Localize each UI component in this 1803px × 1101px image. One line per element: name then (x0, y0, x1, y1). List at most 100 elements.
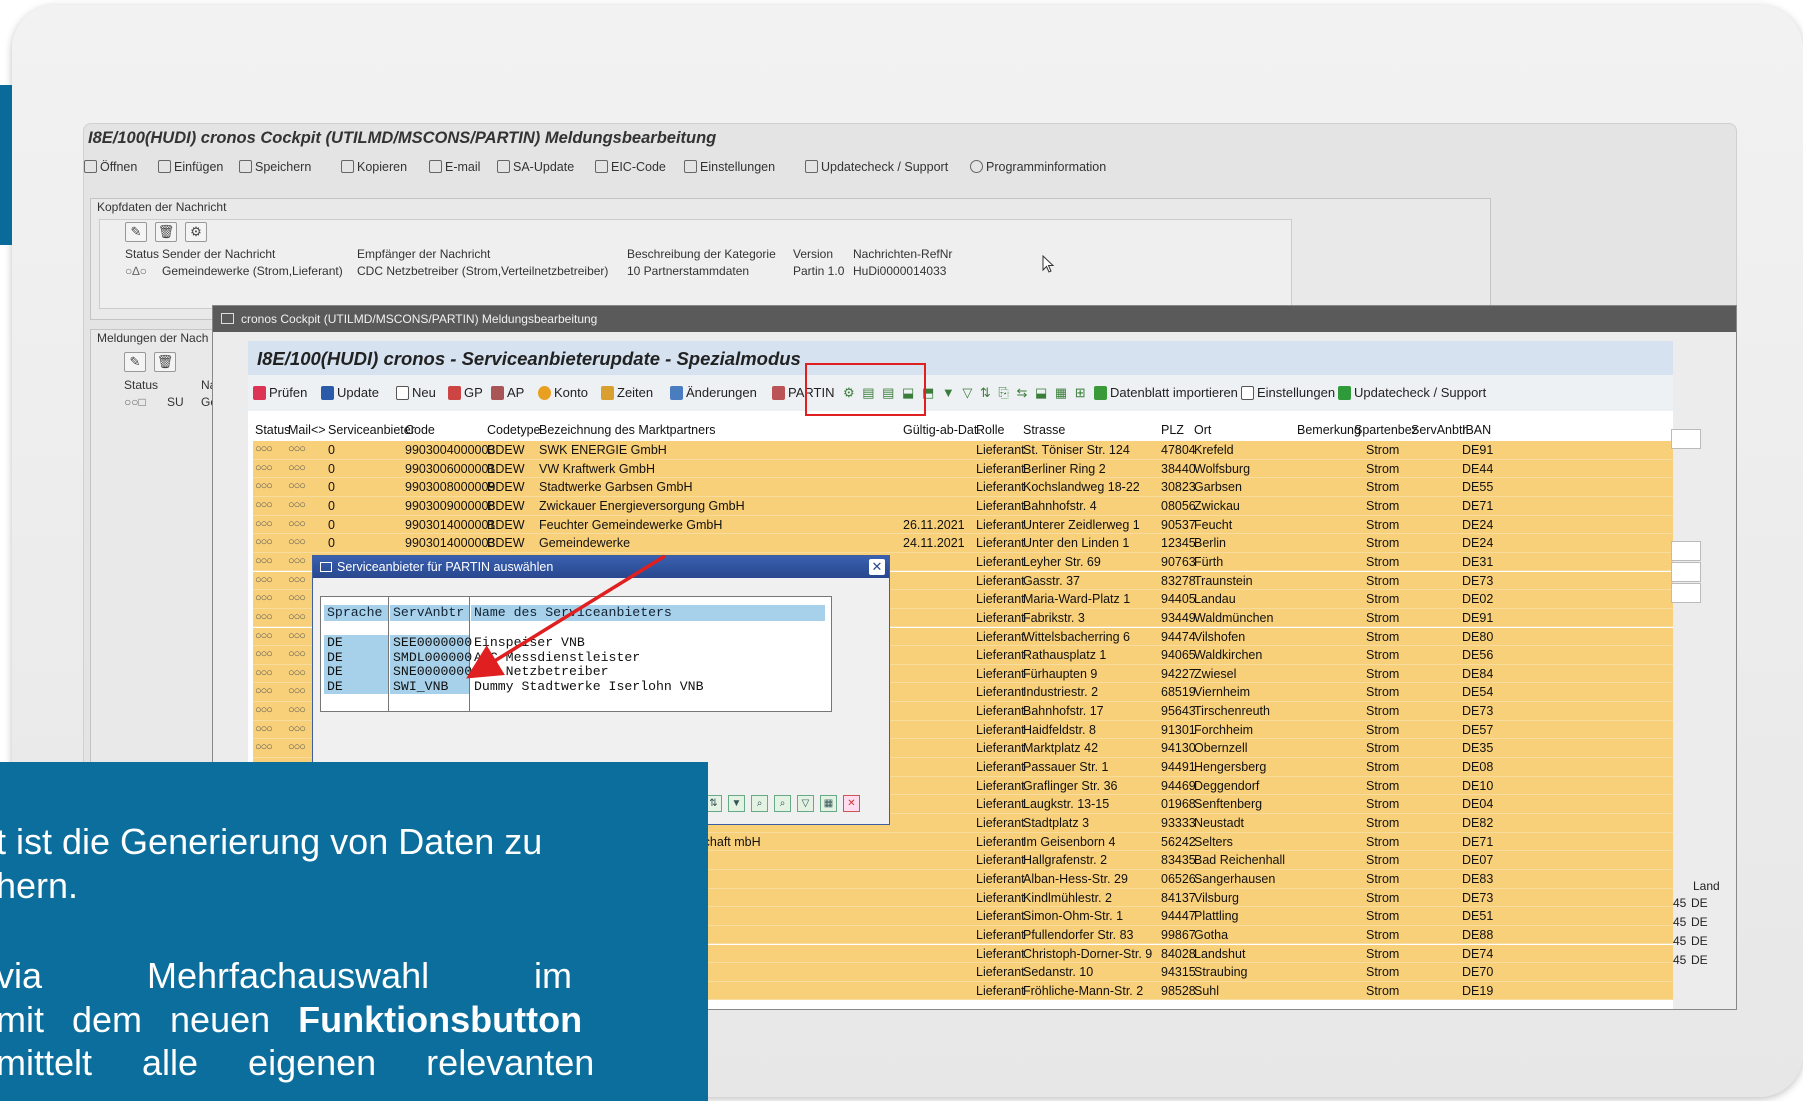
col-serviceanbieter[interactable]: Serviceanbieter (328, 423, 415, 437)
cell-sp: Strom (1366, 722, 1400, 737)
col-mail[interactable]: Mail (288, 423, 311, 437)
side-field[interactable] (1671, 562, 1701, 582)
find-next-icon[interactable]: ⌕ (774, 795, 791, 812)
side-field[interactable] (1671, 541, 1701, 561)
col-status[interactable]: Status (255, 423, 290, 437)
provider-cell-name[interactable]: Dummy Stadtwerke Iserlohn VNB (471, 679, 825, 694)
insert-button[interactable]: Einfügen (158, 160, 223, 174)
col-spartenbez[interactable]: Spartenbez (1354, 423, 1418, 437)
land-prefix: 45 (1673, 953, 1687, 967)
table-row[interactable]: ○○○ ○○○ 0 9903009000008 BDEW Zwickauer Energi… (253, 496, 1673, 516)
col-servanbtr[interactable]: ServAnbtr (390, 605, 469, 621)
cell-n: 0 (328, 498, 335, 513)
cell-iban: DE10 (1462, 778, 1494, 793)
info-line-4: mit dem neuen Funktionsbutton (0, 999, 583, 1040)
trash-icon[interactable]: 🗑 (155, 222, 177, 242)
sa-update-button[interactable]: SA-Update (497, 160, 574, 174)
status-lights-icon: ○○□ (124, 395, 146, 409)
cell-rolle: Lieferant (976, 536, 1025, 551)
table-row[interactable]: ○○○ ○○○ 0 9903014000003 BDEW Gemeindewerke 24.… (253, 534, 1673, 553)
details-icon[interactable]: ⚙ (185, 222, 207, 242)
col-codetype[interactable]: Codetype (487, 423, 541, 437)
cell-st: ○○○ (255, 517, 273, 530)
window-icon (320, 562, 332, 572)
cell-st: ○○○ (255, 722, 273, 735)
col-code[interactable]: Code (405, 423, 435, 437)
table-row[interactable]: ○○○ ○○○ 0 9903008000009 BDEW Stadtwerke Garbs… (253, 478, 1673, 497)
cell-rolle: Lieferant (976, 797, 1025, 812)
layout-icon[interactable]: ▦ (820, 795, 837, 812)
col-strasse[interactable]: Strasse (1023, 423, 1065, 437)
provider-cell-name[interactable]: ABC Messdienstleister (471, 650, 825, 665)
sort-icon[interactable]: ▼ (728, 795, 745, 812)
cell-str: Sedanstr. 10 (1023, 965, 1094, 980)
edit-icon[interactable]: ✎ (124, 352, 146, 372)
provider-cell-id[interactable]: SEE0000000 (390, 635, 472, 650)
col-gueltig[interactable]: Gültig-ab-Dat. (903, 423, 981, 437)
table-row[interactable]: ○○○ ○○○ 0 9903006000001 BDEW VW Kraftwerk Gmb… (253, 459, 1673, 479)
import-datasheet-button[interactable]: Datenblatt importieren (1094, 385, 1238, 400)
open-button[interactable]: Öffnen (84, 160, 137, 174)
cell-plz: 94447 (1161, 909, 1196, 924)
trash-icon[interactable]: 🗑 (154, 352, 176, 372)
cell-str: Haidfeldstr. 8 (1023, 722, 1096, 737)
provider-cell-lang[interactable]: DE (324, 678, 388, 694)
email-button[interactable]: E-mail (429, 160, 480, 174)
back-window-title: I8E/100(HUDI) cronos Cockpit (UTILMD/MSC… (88, 129, 717, 147)
ap-button[interactable]: AP (491, 385, 524, 400)
filter-icon[interactable]: ▽ (797, 795, 814, 812)
provider-cell-id[interactable]: SNE0000000 (390, 664, 472, 679)
provider-cell-name[interactable]: CDC Netzbetreiber (471, 664, 825, 679)
col-provider-name[interactable]: Name des Serviceanbieters (471, 605, 825, 621)
aenderungen-button[interactable]: Änderungen (670, 385, 757, 400)
grid-header: Status Mail <> Serviceanbieter Code Code… (253, 420, 1673, 440)
cell-str: Simon-Ohm-Str. 1 (1023, 909, 1124, 924)
gp-button[interactable]: GP (448, 385, 483, 400)
edit-icon[interactable]: ✎ (125, 222, 147, 242)
cancel-icon[interactable]: ✕ (843, 795, 860, 812)
update-button[interactable]: Update (321, 385, 379, 400)
col-bemerkung[interactable]: Bemerkung (1297, 423, 1361, 437)
col-servanbtr[interactable]: ServAnbtr (1411, 423, 1467, 437)
find-icon[interactable]: ⌕ (751, 795, 768, 812)
table-row[interactable]: ○○○ ○○○ 0 9903004000003 BDEW SWK ENERGIE GmbH… (253, 441, 1673, 460)
settings-button[interactable]: Einstellungen (1241, 385, 1335, 400)
cell-plz: 08056 (1161, 498, 1196, 513)
side-field[interactable] (1671, 429, 1701, 449)
table-row[interactable]: ○○○ ○○○ 0 9903014000001 BDEW Feuchter Gemeind… (253, 515, 1673, 535)
program-info-button[interactable]: Programminformation (970, 160, 1106, 174)
new-button[interactable]: Neu (396, 385, 436, 400)
side-field[interactable] (1671, 583, 1701, 603)
provider-cell-lang[interactable]: DE (324, 664, 388, 679)
main-toolbar: Prüfen Update Neu GP AP Konto Zeiten Änd… (248, 375, 1673, 411)
cell-plz: 06526 (1161, 871, 1196, 886)
provider-cell-lang[interactable]: DE (324, 649, 388, 665)
provider-cell-id[interactable]: SMDL000000 (390, 649, 472, 665)
cell-ct: BDEW (487, 480, 525, 495)
cell-sp: Strom (1366, 760, 1400, 775)
provider-cell-lang[interactable]: DE (324, 635, 388, 650)
col-bezeichnung[interactable]: Bezeichnung des Marktpartners (539, 423, 715, 437)
col-ort[interactable]: Ort (1194, 423, 1211, 437)
cell-rolle: Lieferant (976, 853, 1025, 868)
konto-button[interactable]: Konto (538, 385, 588, 400)
save-button[interactable]: Speichern (239, 160, 311, 174)
cell-str: Fürhaupten 9 (1023, 666, 1098, 681)
pruefen-button[interactable]: Prüfen (253, 385, 307, 400)
cell-rolle: Lieferant (976, 741, 1025, 756)
copy-button[interactable]: Kopieren (341, 160, 407, 174)
eic-code-button[interactable]: EIC-Code (595, 160, 666, 174)
close-icon[interactable]: ✕ (869, 559, 885, 575)
col-plz[interactable]: PLZ (1161, 423, 1184, 437)
cell-code: 9903014000003 (405, 536, 496, 551)
col-sprache[interactable]: Sprache (324, 605, 388, 621)
zeiten-button[interactable]: Zeiten (601, 385, 653, 400)
col-compare[interactable]: <> (311, 423, 326, 437)
col-iban[interactable]: IBAN (1462, 423, 1491, 437)
settings-button[interactable]: Einstellungen (684, 160, 775, 174)
updatecheck-button[interactable]: Updatecheck / Support (805, 160, 948, 174)
col-rolle[interactable]: Rolle (976, 423, 1005, 437)
provider-cell-name[interactable]: Einspeiser VNB (471, 635, 825, 650)
updatecheck-button[interactable]: Updatecheck / Support (1338, 385, 1486, 400)
provider-cell-id[interactable]: SWI_VNB (390, 678, 469, 694)
